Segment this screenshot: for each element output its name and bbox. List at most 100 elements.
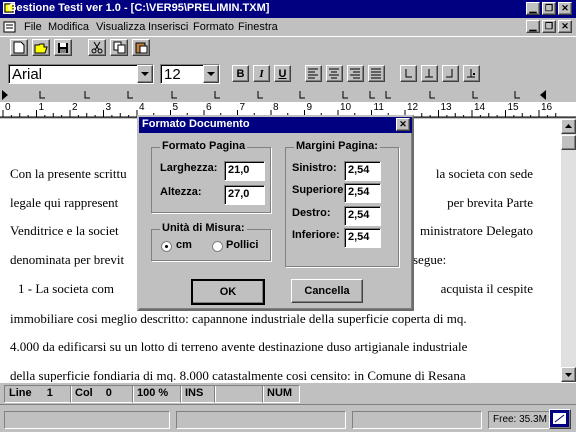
align-right-button[interactable]: [347, 65, 364, 82]
pollici-radio[interactable]: [212, 241, 223, 252]
arrow-up-icon: [565, 124, 572, 128]
justify-icon: [371, 68, 381, 79]
info-panel-2: [176, 411, 346, 429]
cut-button[interactable]: [88, 39, 106, 56]
scissors-icon: [91, 41, 103, 54]
doc-line-3-right: ministratore Delegato: [420, 223, 533, 238]
info-bar: Free: 35.3M: [0, 404, 576, 432]
destro-input[interactable]: 2,54: [344, 206, 381, 226]
doc-icon[interactable]: [3, 21, 17, 33]
info-panel-3: [352, 411, 482, 429]
dialog-close-button[interactable]: ✕: [396, 118, 410, 131]
size-select[interactable]: 12: [160, 64, 220, 84]
tab-stop-right-icon: [446, 69, 453, 78]
doc-restore-button[interactable]: ❐: [542, 20, 556, 33]
sinistro-input[interactable]: 2,54: [344, 161, 381, 181]
inferiore-input[interactable]: 2,54: [344, 228, 381, 248]
status-bar: Line 1 Col 0 100 % INS NUM: [0, 382, 576, 404]
chevron-down-icon: [141, 72, 149, 76]
doc-line-6: immobiliare cosi meglio descritto: capan…: [10, 311, 467, 326]
bold-button[interactable]: B: [232, 65, 249, 82]
ok-button[interactable]: OK: [191, 279, 265, 305]
save-button[interactable]: [54, 39, 72, 56]
pollici-label[interactable]: Pollici: [226, 239, 258, 251]
tab-stop-strip[interactable]: [0, 88, 576, 102]
formato-pagina-title: Formato Pagina: [160, 140, 248, 152]
ruler-label: 3: [105, 102, 112, 113]
restore-button[interactable]: ❐: [542, 2, 556, 15]
unita-misura-title: Unità di Misura:: [160, 222, 247, 234]
format-toolbar: Arial 12 B I U: [0, 60, 576, 88]
scroll-up-button[interactable]: [561, 119, 576, 134]
doc-close-button[interactable]: ✕: [558, 20, 572, 33]
paste-button[interactable]: [132, 39, 150, 56]
underline-button[interactable]: U: [274, 65, 291, 82]
ruler-label: 10: [340, 102, 352, 113]
status-col: Col 0: [70, 385, 134, 403]
app-title-bar: Gestione Testi ver 1.0 - [C:\VER95\PRELI…: [0, 0, 576, 18]
font-dropdown-button[interactable]: [137, 65, 153, 83]
menu-visualizza[interactable]: Visualizza: [96, 18, 145, 36]
scroll-down-button[interactable]: [561, 367, 576, 382]
ruler-label: 12: [407, 102, 419, 113]
dialog-title: Formato Documento: [142, 118, 250, 130]
cancel-button[interactable]: Cancella: [291, 279, 363, 303]
doc-line-5-right: acquista il cespite: [440, 281, 533, 296]
resize-grip-icon[interactable]: [549, 409, 571, 429]
new-file-icon: [13, 41, 25, 54]
italic-button[interactable]: I: [253, 65, 270, 82]
font-select[interactable]: Arial: [8, 64, 154, 84]
menu-bar: File Modifica Visualizza Inserisci Forma…: [0, 18, 576, 36]
dialog-title-bar: Formato Documento ✕: [139, 117, 412, 133]
new-file-button[interactable]: [10, 39, 28, 56]
menu-formato[interactable]: Formato: [193, 18, 234, 36]
format-document-dialog: Formato Documento ✕ Formato Pagina Largh…: [137, 115, 414, 311]
menu-file[interactable]: File: [24, 18, 42, 36]
justify-button[interactable]: [368, 65, 385, 82]
ruler-label: 5: [172, 102, 179, 113]
ruler-label: 0: [5, 102, 11, 113]
align-left-icon: [308, 68, 318, 79]
status-num: NUM: [262, 385, 300, 403]
tab-stop-decimal-icon: [467, 69, 475, 78]
ruler-label: 14: [474, 102, 486, 113]
scroll-thumb[interactable]: [561, 135, 576, 150]
chevron-down-icon: [207, 72, 215, 76]
status-ins: INS: [180, 385, 216, 403]
menu-modifica[interactable]: Modifica: [48, 18, 89, 36]
cm-label[interactable]: cm: [176, 239, 192, 251]
ruler-label: 2: [72, 102, 78, 113]
doc-minimize-button[interactable]: ▁: [526, 20, 540, 33]
tab-right-button[interactable]: [442, 65, 459, 82]
arrow-down-icon: [565, 373, 572, 377]
tab-left-button[interactable]: [400, 65, 417, 82]
copy-button[interactable]: [110, 39, 128, 56]
menu-finestra[interactable]: Finestra: [238, 18, 278, 36]
copy-icon: [113, 41, 125, 54]
doc-line-8: della superficie fondiaria di mq. 8.000 …: [10, 368, 466, 382]
vertical-scrollbar[interactable]: [561, 119, 576, 382]
superiore-input[interactable]: 2,54: [344, 183, 381, 203]
ruler-label: 8: [273, 102, 279, 113]
align-left-button[interactable]: [305, 65, 322, 82]
tab-decimal-button[interactable]: [463, 65, 480, 82]
doc-line-1-right: la societa con sede: [435, 166, 533, 181]
menu-inserisci[interactable]: Inserisci: [148, 18, 188, 36]
sinistro-label: Sinistro:: [292, 162, 337, 174]
align-center-button[interactable]: [326, 65, 343, 82]
altezza-label: Altezza:: [160, 186, 202, 198]
doc-line-7: 4.000 da edificarsi su un lotto di terre…: [10, 339, 468, 354]
open-file-button[interactable]: [32, 39, 50, 56]
margini-pagina-title: Margini Pagina:: [294, 140, 380, 152]
minimize-button[interactable]: ▁: [526, 2, 540, 15]
inferiore-label: Inferiore:: [292, 229, 340, 241]
larghezza-input[interactable]: 21,0: [224, 161, 265, 181]
standard-toolbar: [0, 36, 576, 60]
size-dropdown-button[interactable]: [203, 65, 219, 83]
altezza-input[interactable]: 27,0: [224, 185, 265, 205]
tab-center-button[interactable]: [421, 65, 438, 82]
cm-radio[interactable]: [161, 241, 172, 252]
open-folder-icon: [34, 43, 48, 53]
margini-pagina-group: Margini Pagina: Sinistro: 2,54 Superiore…: [285, 140, 399, 267]
close-button[interactable]: ✕: [558, 2, 572, 15]
